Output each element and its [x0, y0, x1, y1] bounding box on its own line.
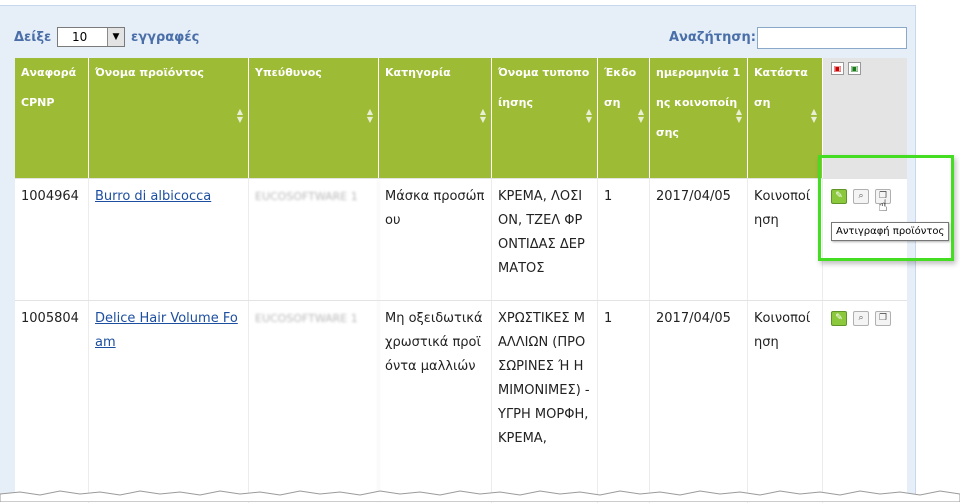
pdf-export-icon[interactable]: ▣	[831, 62, 844, 75]
col-header-label: Κατάσταση	[754, 66, 808, 109]
row-actions: ✎ ⌕ ❐	[831, 311, 891, 326]
cell-formulation: ΚΡΕΜΑ, ΛΟΣΙΟΝ, ΤΖΕΛ ΦΡΟΝΤΙΔΑΣ ΔΕΡΜΑΤΟΣ	[492, 179, 598, 301]
sort-icon: ▲ ▼	[236, 107, 243, 124]
col-header-label: Όνομα προϊόντος	[95, 66, 204, 79]
excel-export-icon[interactable]: ▣	[848, 62, 861, 75]
show-label: Δείξε	[14, 30, 52, 45]
table-row: 1004964 Burro di albicocca EUCOSOFTWARE …	[15, 178, 907, 301]
cell-version: 1	[598, 301, 650, 503]
torn-edge	[0, 490, 960, 502]
cell-category: Μάσκα προσώπου	[379, 179, 492, 301]
records-label: εγγραφές	[131, 30, 200, 45]
col-header-label: Αναφορά CPNP	[21, 66, 77, 109]
col-header-responsible[interactable]: Υπεύθυνος ▲ ▼	[249, 58, 379, 178]
page-size-select[interactable]: 10 ▼	[57, 27, 125, 47]
col-header-category[interactable]: Κατηγορία ▲ ▼	[379, 58, 492, 178]
cell-cpnp-ref: 1005804	[15, 301, 89, 503]
cell-status: Κοινοποίηση	[748, 301, 823, 503]
cell-product-name: Burro di albicocca	[89, 179, 249, 301]
col-header-label: Έκδοση	[604, 66, 637, 109]
col-header-cpnp[interactable]: Αναφορά CPNP	[15, 58, 89, 178]
col-header-label: ημερομηνία 1ης κοινοποίησης	[656, 66, 741, 139]
col-header-version[interactable]: Έκδοση ▲ ▼	[598, 58, 650, 178]
cell-responsible: EUCOSOFTWARE 1	[249, 179, 379, 301]
cell-responsible: EUCOSOFTWARE 1	[249, 301, 379, 503]
table-toolbar: Δείξε 10 ▼ εγγραφές Αναζήτηση:	[0, 6, 916, 58]
cell-cpnp-ref: 1004964	[15, 179, 89, 301]
copy-product-tooltip: Αντιγραφή προϊόντος	[831, 222, 950, 241]
col-header-first-notification-date[interactable]: ημερομηνία 1ης κοινοποίησης ▲ ▼	[650, 58, 748, 178]
col-header-label: Υπεύθυνος	[255, 66, 322, 79]
search-label: Αναζήτηση:	[669, 30, 756, 45]
cell-date: 2017/04/05	[650, 179, 748, 301]
sort-icon: ▲ ▼	[810, 107, 817, 124]
edit-icon[interactable]: ✎	[831, 311, 847, 326]
col-header-label: Κατηγορία	[385, 66, 451, 79]
cell-formulation: ΧΡΩΣΤΙΚΕΣ ΜΑΛΛΙΩΝ (ΠΡΟΣΩΡΙΝΕΣ Ή ΗΜΙΜΟΝΙΜ…	[492, 301, 598, 503]
product-link[interactable]: Burro di albicocca	[95, 189, 211, 204]
sort-icon: ▲ ▼	[585, 107, 592, 124]
page-size-value: 10	[72, 30, 88, 44]
hand-cursor-icon: ☝	[878, 196, 888, 215]
product-link[interactable]: Delice Hair Volume Foam	[95, 311, 238, 350]
products-table: Αναφορά CPNP Όνομα προϊόντος ▲ ▼ Υπεύθυνος…	[15, 58, 907, 503]
cell-version: 1	[598, 179, 650, 301]
cell-product-name: Delice Hair Volume Foam	[89, 301, 249, 503]
copy-icon[interactable]: ❐	[875, 311, 891, 326]
sort-icon: ▲ ▼	[479, 107, 486, 124]
col-header-product-name[interactable]: Όνομα προϊόντος ▲ ▼	[89, 58, 249, 178]
dropdown-arrow-icon[interactable]: ▼	[107, 28, 124, 46]
col-header-label: Όνομα τυποποίησης	[498, 66, 590, 109]
col-header-status[interactable]: Κατάσταση ▲ ▼	[748, 58, 823, 178]
sort-icon: ▲ ▼	[637, 107, 644, 124]
col-header-formulation[interactable]: Όνομα τυποποίησης ▲ ▼	[492, 58, 598, 178]
search-input[interactable]	[757, 27, 907, 49]
table-row: 1005804 Delice Hair Volume Foam EUCOSOFT…	[15, 300, 907, 503]
cell-status: Κοινοποίηση	[748, 179, 823, 301]
cell-category: Μη οξειδωτικά χρωστικά προϊόντα μαλλιών	[379, 301, 492, 503]
view-icon[interactable]: ⌕	[853, 311, 869, 326]
cell-date: 2017/04/05	[650, 301, 748, 503]
sort-icon: ▲ ▼	[735, 107, 742, 124]
sort-icon: ▲ ▼	[366, 107, 373, 124]
